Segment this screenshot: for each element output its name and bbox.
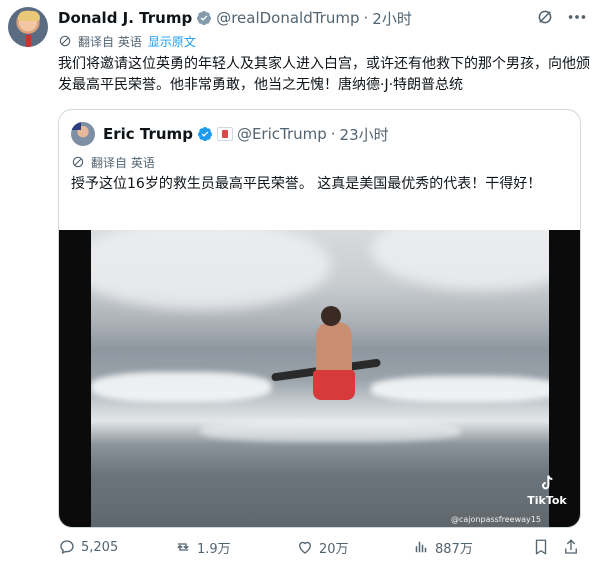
tweet-header: Donald J. Trump @realDonaldTrump · 2小时 [58, 8, 412, 28]
translate-line: 翻译自 英语 显示原文 [58, 32, 196, 50]
tweet-text: 我们将邀请这位英勇的年轻人及其家人进入白宫，或许还有他救下的那个男孩，向他颁发最… [58, 56, 590, 93]
quoted-author-avatar [71, 122, 95, 146]
video-frame [91, 230, 549, 527]
tweet-time[interactable]: 2小时 [372, 8, 412, 29]
avatar-flag [71, 122, 81, 130]
lifeguard-head [321, 306, 341, 326]
author-avatar[interactable] [8, 7, 48, 47]
tiktok-watermark: TikTok [497, 474, 580, 507]
reply-button[interactable]: 5,205 [58, 537, 118, 557]
wave-spray [91, 230, 331, 310]
tiktok-icon [542, 475, 553, 490]
more-icon[interactable] [566, 8, 588, 26]
views-icon [415, 541, 427, 553]
quoted-time: 23小时 [339, 125, 389, 144]
repost-icon [177, 543, 189, 551]
verified-badge-icon [197, 11, 212, 26]
quoted-header-separator: · [330, 125, 336, 143]
avatar-tie [26, 35, 31, 47]
wave-foam [91, 372, 271, 402]
lifeguard-shorts [313, 370, 355, 400]
repost-count: 1.9万 [197, 541, 231, 557]
quoted-author-name: Eric Trump [103, 125, 193, 143]
quoted-author-handle: @EricTrump [236, 125, 327, 143]
tweet[interactable]: Donald J. Trump @realDonaldTrump · 2小时 翻… [0, 0, 600, 564]
wave-spray [371, 230, 549, 290]
action-bar: 5,205 1.9万 20万 887万 [58, 537, 588, 557]
quoted-translate-line: 翻译自 英语 [71, 153, 155, 171]
author-name[interactable]: Donald J. Trump [58, 9, 192, 27]
affiliation-badge-icon [216, 127, 233, 141]
reply-icon [60, 540, 74, 554]
grok-icon[interactable] [536, 8, 554, 26]
quoted-text: 授予这位16岁的救生员最高平民荣誉。 这真是美国最优秀的代表！干得好！ [71, 176, 542, 192]
header-separator: · [363, 9, 369, 27]
verified-badge-icon [197, 127, 212, 142]
translate-label: 翻译自 英语 [78, 34, 142, 49]
share-button[interactable] [562, 537, 585, 557]
video-player[interactable]: TikTok @cajonpassfreeway15 [59, 230, 580, 527]
views-count: 887万 [435, 541, 473, 557]
quoted-tweet[interactable]: Eric Trump @EricTrump · 23小时 翻译自 英语 授予这位… [58, 109, 581, 528]
reply-count: 5,205 [81, 539, 119, 555]
quoted-translate-label: 翻译自 英语 [91, 155, 155, 170]
wave-foam [371, 376, 549, 402]
translate-icon [59, 35, 71, 47]
views-button[interactable]: 887万 [412, 537, 473, 557]
bookmark-button[interactable] [532, 537, 555, 557]
repost-button[interactable]: 1.9万 [174, 537, 231, 557]
tiktok-handle: @cajonpassfreeway15 [451, 515, 541, 524]
show-original-link[interactable]: 显示原文 [148, 33, 196, 50]
like-button[interactable]: 20万 [296, 537, 349, 557]
tiktok-brand: TikTok [527, 494, 567, 507]
author-handle[interactable]: @realDonaldTrump [216, 9, 359, 27]
like-count: 20万 [319, 541, 349, 557]
quoted-header: Eric Trump @EricTrump · 23小时 [103, 123, 389, 145]
avatar-hair [18, 11, 40, 21]
heart-icon [299, 541, 311, 554]
wave-foam [201, 420, 461, 442]
share-icon [565, 539, 577, 554]
bookmark-icon [535, 539, 547, 555]
translate-icon [72, 156, 84, 168]
